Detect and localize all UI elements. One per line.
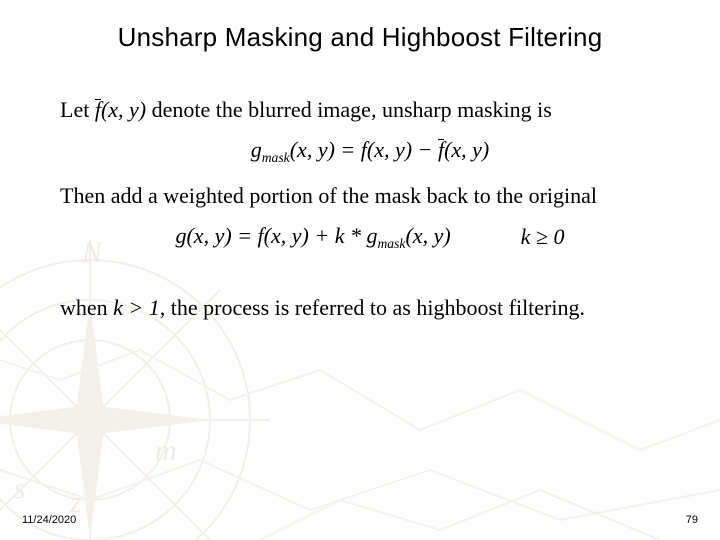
intro-line: Let f(x, y) denote the blurred image, un… xyxy=(60,95,680,125)
line3: when k > 1, the process is referred to a… xyxy=(60,293,680,323)
eq1-mask-sub: mask xyxy=(262,149,290,164)
line3-suffix: , the process is referred to as highboos… xyxy=(160,295,585,320)
eq1-g: g xyxy=(251,137,262,162)
equation-mask: gmask(x, y) = f(x, y) − f(x, y) xyxy=(60,135,680,167)
footer-page: 79 xyxy=(686,514,698,526)
eq1-eq: = xyxy=(340,137,360,162)
eq2-gmask-g: g xyxy=(366,223,377,248)
eq2-eq: = xyxy=(237,223,257,248)
equation-boost: g(x, y) = f(x, y) + k * gmask(x, y) k ≥ … xyxy=(60,221,680,253)
eq2-mask-sub: mask xyxy=(377,235,405,250)
eq2-star: * xyxy=(344,223,366,248)
footer: 11/24/2020 79 xyxy=(22,514,698,526)
line2: Then add a weighted portion of the mask … xyxy=(60,181,680,211)
slide-title: Unsharp Masking and Highboost Filtering xyxy=(0,0,720,59)
footer-date: 11/24/2020 xyxy=(22,514,76,526)
eq2-k: k xyxy=(335,223,345,248)
fbar-args: (x, y) xyxy=(101,97,146,122)
eq2-main: g(x, y) = f(x, y) + k * gmask(x, y) xyxy=(175,221,450,253)
eq2-g: g xyxy=(175,223,186,248)
slide: N m s z Unsharp Masking and Highboost Fi… xyxy=(0,0,720,540)
svg-text:m: m xyxy=(155,434,177,467)
line3-k: k > 1 xyxy=(113,295,160,320)
eq2-args3: (x, y) xyxy=(405,223,450,248)
content: Unsharp Masking and Highboost Filtering … xyxy=(0,0,720,322)
eq2-args1: (x, y) xyxy=(186,223,231,248)
line3-prefix: when xyxy=(60,295,113,320)
intro-prefix: Let xyxy=(60,97,95,122)
svg-text:s: s xyxy=(14,472,26,505)
eq1-args2: (x, y) xyxy=(367,137,412,162)
eq2-plus: + xyxy=(314,223,334,248)
intro-suffix: denote the blurred image, unsharp maskin… xyxy=(152,97,552,122)
eq2-condition: k ≥ 0 xyxy=(521,222,565,252)
eq1-minus: − xyxy=(418,137,438,162)
slide-body: Let f(x, y) denote the blurred image, un… xyxy=(0,59,720,322)
eq2-args2: (x, y) xyxy=(264,223,309,248)
eq1-args3: (x, y) xyxy=(444,137,489,162)
eq1-args1: (x, y) xyxy=(290,137,335,162)
